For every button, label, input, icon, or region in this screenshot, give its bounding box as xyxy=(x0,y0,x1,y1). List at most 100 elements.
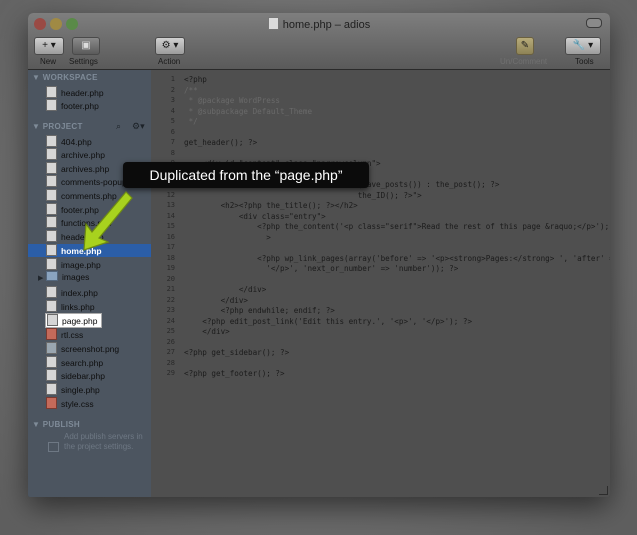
line-number: 8 xyxy=(170,148,175,157)
item-label: search.php xyxy=(61,358,104,368)
callout-arrow xyxy=(83,191,133,251)
settings-label: Settings xyxy=(69,57,98,66)
workspace-header[interactable]: ▼ WORKSPACE xyxy=(32,73,98,82)
project-item[interactable]: single.php xyxy=(46,383,100,396)
line-number: 3 xyxy=(170,96,175,104)
workspace-item[interactable]: footer.php xyxy=(46,99,99,112)
line-number: 24 xyxy=(166,316,175,325)
line-number: 27 xyxy=(166,348,175,356)
php-file-icon xyxy=(46,86,57,98)
settings-button[interactable]: ▣ xyxy=(72,37,100,55)
item-label: screenshot.png xyxy=(61,344,120,354)
window-title-text: home.php – adios xyxy=(282,19,371,31)
code-line: the_ID(); ?>"> xyxy=(184,190,422,200)
project-item[interactable]: screenshot.png xyxy=(46,342,119,355)
php-file-icon xyxy=(46,300,57,312)
line-number: 2 xyxy=(170,85,175,94)
editor-window: home.php – adios + ▾ ▣ ⚙ ▾ ✎ 🔧 ▾ New Set… xyxy=(28,13,610,497)
project-item[interactable]: links.php xyxy=(46,300,95,313)
item-label: image.php xyxy=(61,260,101,270)
code-line: '</p>', 'next_or_number' => 'number')); … xyxy=(184,264,459,273)
code-line: <?php xyxy=(184,75,207,84)
item-label: images xyxy=(62,272,90,282)
resize-grip-icon[interactable] xyxy=(599,486,608,495)
line-number: 1 xyxy=(170,75,175,83)
new-button[interactable]: + ▾ xyxy=(34,37,64,55)
php-file-icon xyxy=(46,244,57,256)
project-item[interactable]: archives.php xyxy=(46,162,109,175)
line-number: 21 xyxy=(166,285,175,293)
action-button[interactable]: ⚙ ▾ xyxy=(155,37,185,55)
line-number: 18 xyxy=(166,253,175,262)
callout-tooltip: Duplicated from the “page.php” xyxy=(123,162,369,188)
css-file-icon xyxy=(46,328,57,340)
tools-button[interactable]: 🔧 ▾ xyxy=(565,37,601,55)
project-item[interactable]: search.php xyxy=(46,356,103,369)
code-editor[interactable]: 1 <?php 2 /** 3 * @package WordPress 4 * @sub… xyxy=(151,70,610,497)
item-label: single.php xyxy=(61,385,100,395)
code-line: <?php the_content('<p class="serif">Read… xyxy=(184,222,610,231)
arrow-icon xyxy=(83,191,133,251)
line-number: 22 xyxy=(166,295,175,304)
code-line: </div> xyxy=(184,295,249,305)
line-number: 19 xyxy=(166,264,175,272)
action-label: Action xyxy=(158,57,181,66)
php-file-icon xyxy=(46,286,57,298)
php-file-icon xyxy=(46,216,57,228)
code-line: <div class="entry"> xyxy=(184,211,326,221)
code-line: <?php endwhile; endif; ?> xyxy=(184,306,335,315)
code-line: */ xyxy=(184,117,198,126)
project-folder-item[interactable]: images xyxy=(46,271,89,284)
php-file-icon xyxy=(46,148,57,160)
project-item[interactable]: style.css xyxy=(46,397,94,410)
workspace-item[interactable]: header.php xyxy=(46,86,104,99)
code-line: > xyxy=(184,232,271,242)
item-label: 404.php xyxy=(61,137,92,147)
item-label: archives.php xyxy=(61,164,110,174)
image-file-icon xyxy=(46,342,57,354)
line-number: 15 xyxy=(166,222,175,230)
line-number: 13 xyxy=(166,201,175,209)
gear-icon[interactable]: ⚙▾ xyxy=(132,121,145,132)
project-header[interactable]: ▼ PROJECT xyxy=(32,122,83,131)
php-file-icon xyxy=(46,135,57,147)
line-number: 28 xyxy=(166,358,175,367)
disclosure-triangle-icon[interactable]: ▶ xyxy=(38,274,43,282)
code-line: </div> xyxy=(184,327,230,336)
project-item[interactable]: 404.php xyxy=(46,135,92,148)
php-file-icon xyxy=(46,356,57,368)
line-number: 20 xyxy=(166,274,175,283)
project-item[interactable]: rtl.css xyxy=(46,328,83,341)
code-line: * @package WordPress xyxy=(184,96,281,105)
item-label: page.php xyxy=(62,316,98,326)
project-item[interactable]: image.php xyxy=(46,258,101,271)
project-item[interactable]: sidebar.php xyxy=(46,369,105,382)
publish-header[interactable]: ▼ PUBLISH xyxy=(32,420,80,429)
uncomment-label: Un/Comment xyxy=(500,57,548,66)
code-line: get_header(); ?> xyxy=(184,138,258,147)
php-file-icon xyxy=(46,203,57,215)
item-label: sidebar.php xyxy=(61,371,105,381)
project-item[interactable]: archive.php xyxy=(46,148,105,161)
php-file-icon xyxy=(267,17,279,30)
php-file-icon xyxy=(46,99,57,111)
line-number: 7 xyxy=(170,138,175,146)
window-title: home.php – adios xyxy=(28,17,610,31)
gamepad-icon: ▣ xyxy=(81,40,91,51)
project-item[interactable]: index.php xyxy=(46,286,98,299)
line-number: 4 xyxy=(170,106,175,115)
item-label: footer.php xyxy=(61,101,99,111)
code-line: </div> xyxy=(184,285,267,294)
project-sidebar: ▼ WORKSPACE header.php footer.php ▼ PROJ… xyxy=(28,70,151,497)
uncomment-button[interactable]: ✎ xyxy=(516,37,534,55)
item-label: style.css xyxy=(61,399,94,409)
line-number: 12 xyxy=(166,190,175,199)
code-line: <?php wp_link_pages(array('before' => '<… xyxy=(184,253,610,263)
php-file-icon xyxy=(46,258,57,270)
line-number: 6 xyxy=(170,127,175,136)
item-label: index.php xyxy=(61,288,98,298)
search-icon[interactable]: ⌕ xyxy=(116,121,121,132)
project-item-highlighted[interactable]: page.php xyxy=(45,313,103,328)
code-line: <?php get_sidebar(); ?> xyxy=(184,348,290,357)
php-file-icon xyxy=(46,383,57,395)
